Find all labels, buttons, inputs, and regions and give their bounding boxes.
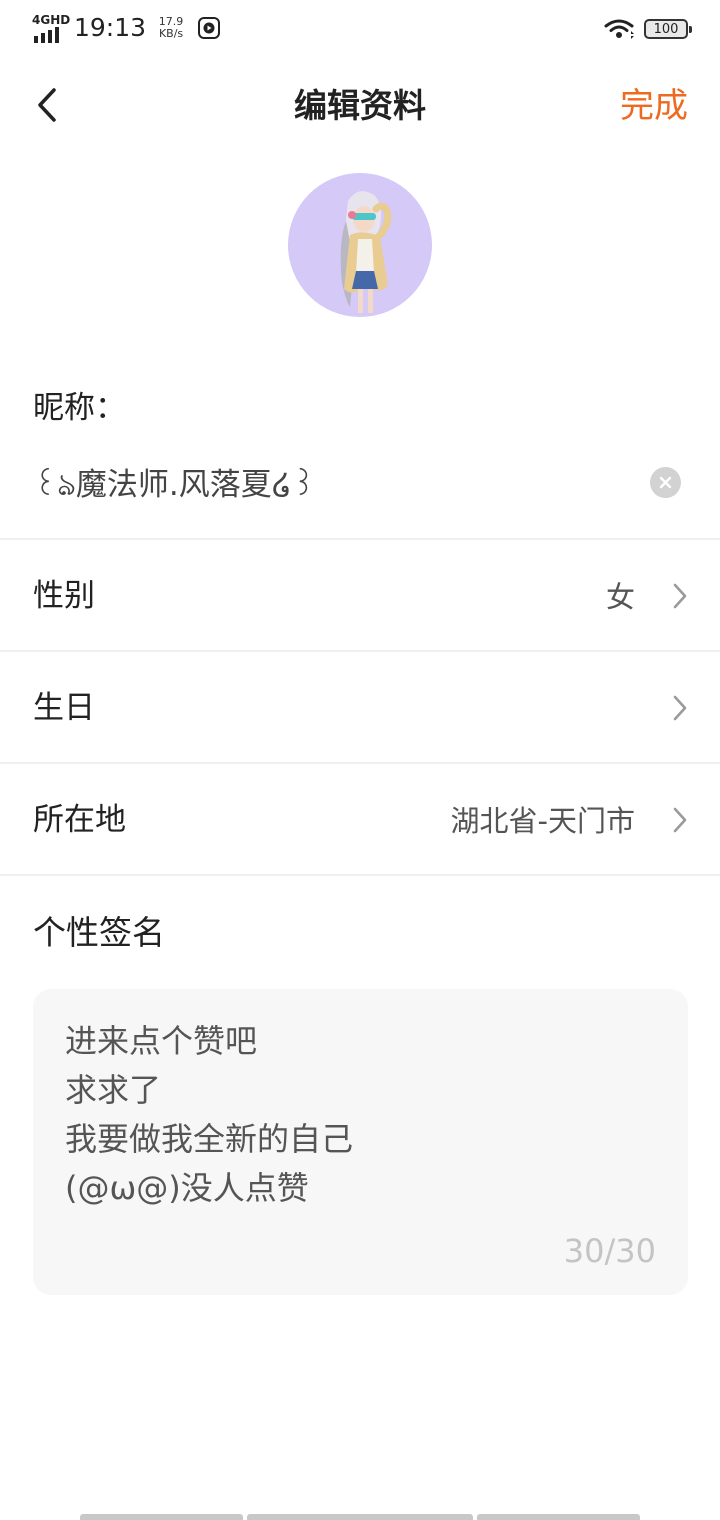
signature-line: (@ω@)没人点赞 <box>65 1169 309 1207</box>
status-right: 100 <box>604 14 692 44</box>
wifi-icon <box>604 19 634 39</box>
nav-gesture-right[interactable] <box>477 1514 640 1520</box>
divider <box>0 650 720 652</box>
signature-char-count: 30/30 <box>563 1232 656 1270</box>
done-button[interactable]: 完成 <box>620 84 688 128</box>
location-label: 所在地 <box>33 802 126 838</box>
nav-gesture-center[interactable] <box>247 1514 473 1520</box>
signature-text: 进来点个赞吧 求求了 我要做我全新的自己 (@ω@)没人点赞 <box>65 1017 655 1213</box>
network-speed-unit: KB/s <box>158 27 184 40</box>
signature-line: 进来点个赞吧 <box>65 1022 258 1060</box>
clear-nickname-button[interactable] <box>650 467 681 498</box>
anime-character-illustration <box>340 191 392 313</box>
chevron-right-icon <box>673 807 687 833</box>
navigation-gesture-bar[interactable] <box>80 1514 640 1520</box>
avatar[interactable] <box>288 173 432 317</box>
network-speed: 17.9 KB/s <box>154 16 188 40</box>
cellular-signal-icon: 4GHD <box>32 13 70 43</box>
status-time: 19:13 <box>74 13 147 42</box>
nickname-label: 昵称： <box>33 390 126 426</box>
status-left: 4GHD 19:13 17.9 KB/s <box>32 10 221 46</box>
signature-textarea[interactable]: 进来点个赞吧 求求了 我要做我全新的自己 (@ω@)没人点赞 30/30 <box>33 989 688 1295</box>
video-app-icon <box>198 17 221 39</box>
gender-value: 女 <box>605 580 635 614</box>
nickname-input[interactable]: ꒰ঌ魔法师.风落夏໒꒱ <box>33 463 633 507</box>
divider <box>0 538 720 540</box>
gender-row[interactable]: 性别 女 <box>0 541 720 651</box>
location-value: 湖北省-天门市 <box>450 804 635 838</box>
signature-label: 个性签名 <box>33 913 165 952</box>
divider <box>0 874 720 876</box>
chevron-right-icon <box>673 583 687 609</box>
signature-line: 求求了 <box>65 1071 162 1109</box>
page-title: 编辑资料 <box>294 86 426 125</box>
signature-line: 我要做我全新的自己 <box>65 1120 354 1158</box>
battery-icon: 100 <box>644 19 692 39</box>
battery-level: 100 <box>653 21 679 37</box>
edit-profile-screen: 4GHD 19:13 17.9 KB/s 100 编辑资料 完成 昵称： ꒰ঌ魔… <box>0 0 720 1520</box>
chevron-right-icon <box>673 695 687 721</box>
close-icon <box>659 476 672 489</box>
gender-label: 性别 <box>33 578 95 614</box>
birthday-row[interactable]: 生日 <box>0 653 720 763</box>
nav-gesture-left[interactable] <box>80 1514 243 1520</box>
header: 编辑资料 完成 <box>0 62 720 148</box>
network-type: 4GHD <box>32 13 71 27</box>
location-row[interactable]: 所在地 湖北省-天门市 <box>0 765 720 875</box>
status-bar: 4GHD 19:13 17.9 KB/s 100 <box>0 0 720 56</box>
divider <box>0 762 720 764</box>
birthday-label: 生日 <box>33 690 95 726</box>
